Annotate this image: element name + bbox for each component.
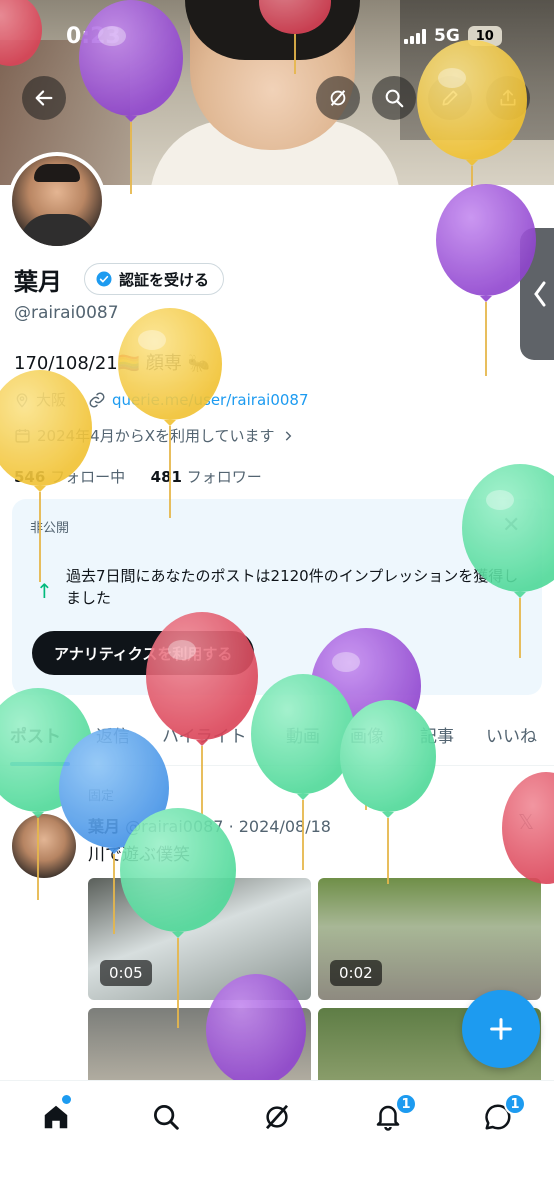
nav-grok[interactable] — [255, 1095, 299, 1139]
balloon-green-2 — [251, 674, 355, 870]
analytics-button[interactable]: アナリティクスを利用する — [32, 631, 255, 675]
nav-search[interactable] — [144, 1095, 188, 1139]
edit-button[interactable] — [428, 76, 472, 120]
card-message: 過去7日間にあなたのポストは2120件のインプレッションを獲得しました — [66, 567, 519, 607]
tab-active-indicator — [10, 762, 70, 766]
analytics-card: 非公開 ✕ ↑ 過去7日間にあなたのポストは2120件のインプレッションを獲得し… — [12, 499, 542, 695]
post-handle-date: @rairai0087 · 2024/08/18 — [125, 817, 331, 836]
tab-likes[interactable]: いいね — [486, 722, 537, 747]
post-avatar[interactable] — [12, 814, 76, 878]
tab-articles[interactable]: 記事 — [420, 722, 454, 747]
tab-posts[interactable]: ポスト — [10, 722, 61, 747]
nav-home[interactable] — [34, 1095, 78, 1139]
home-new-dot — [62, 1095, 71, 1104]
card-private-tag: 非公開 — [30, 521, 70, 536]
grok-icon — [330, 90, 346, 106]
profile-location: 大阪 — [36, 391, 67, 409]
profile-name: 葉月 — [14, 268, 62, 296]
status-time: 0:23 — [66, 24, 121, 49]
edit-icon — [442, 90, 458, 106]
signal-icon — [404, 28, 426, 44]
location-icon — [16, 392, 28, 408]
side-panel-handle[interactable] — [520, 228, 554, 360]
close-icon[interactable]: ✕ — [502, 513, 520, 538]
share-icon — [500, 89, 516, 106]
post-image-3[interactable] — [88, 1008, 311, 1088]
compose-button[interactable] — [462, 990, 540, 1068]
video-duration-2: 0:02 — [330, 960, 382, 986]
search-button[interactable] — [372, 76, 416, 120]
video-duration-1: 0:05 — [100, 960, 152, 986]
search-icon — [154, 1105, 179, 1130]
get-verified-label: 認証を受ける — [119, 270, 210, 289]
profile-bio: 170/108/21🏳️‍🌈 顔専 🐜 — [14, 353, 211, 374]
banner-bg-right — [400, 0, 554, 140]
status-indicators: 5G 10 — [404, 26, 502, 46]
profile-meta-location-link: 大阪 querie.me/user/rairai0087 — [14, 389, 309, 410]
profile-joined-row[interactable]: 2024年4月からXを利用しています — [14, 425, 295, 446]
followers-count[interactable]: 481 — [151, 468, 182, 486]
grok-icon — [265, 1104, 289, 1130]
get-verified-button[interactable]: 認証を受ける — [84, 263, 225, 295]
follow-stats: 546 フォロー中 481 フォロワー — [14, 466, 262, 487]
share-button[interactable] — [486, 76, 530, 120]
notifications-badge: 1 — [395, 1093, 417, 1115]
bottom-nav: 1 1 — [0, 1080, 554, 1199]
search-icon — [385, 89, 404, 108]
verified-icon — [96, 271, 112, 287]
profile-joined: 2024年4月からXを利用しています — [37, 427, 275, 445]
home-icon — [44, 1105, 68, 1129]
avatar-hair — [34, 164, 80, 182]
network-label: 5G — [434, 26, 460, 46]
link-icon — [89, 392, 105, 407]
chevron-right-icon — [285, 430, 291, 441]
back-arrow-icon — [35, 90, 53, 106]
x-logo-icon: 𝕏 — [518, 810, 535, 834]
tab-images[interactable]: 画像 — [350, 722, 384, 747]
post-header: 葉月 @rairai0087 · 2024/08/18 — [88, 813, 331, 837]
profile-avatar[interactable] — [8, 152, 106, 250]
post-video-2[interactable]: 0:02 — [318, 878, 541, 1000]
profile-tabs: ポスト 返信 ハイライト 動画 画像 記事 いいね — [0, 712, 554, 766]
post-author[interactable]: 葉月 — [88, 817, 120, 836]
avatar-shirt — [20, 214, 96, 246]
plus-icon — [490, 1018, 512, 1040]
tab-replies[interactable]: 返信 — [96, 722, 130, 747]
up-arrow-icon: ↑ — [36, 579, 53, 603]
profile-handle: @rairai0087 — [14, 303, 119, 323]
messages-badge: 1 — [504, 1093, 526, 1115]
battery-icon: 10 — [467, 26, 502, 46]
post-video-1[interactable]: 0:05 — [88, 878, 311, 1000]
post-text: 川で遊ぶ僕笑 — [88, 845, 190, 865]
following-label[interactable]: フォロー中 — [50, 468, 125, 486]
tab-highlights[interactable]: ハイライト — [162, 722, 247, 747]
calendar-icon — [15, 429, 30, 443]
tab-videos[interactable]: 動画 — [286, 722, 320, 747]
chevron-left-icon — [534, 281, 546, 307]
following-count[interactable]: 546 — [14, 468, 45, 486]
back-button[interactable] — [22, 76, 66, 120]
pinned-label: 固定 — [88, 789, 115, 804]
grok-button[interactable] — [316, 76, 360, 120]
followers-label[interactable]: フォロワー — [187, 468, 262, 486]
profile-link[interactable]: querie.me/user/rairai0087 — [112, 391, 308, 409]
